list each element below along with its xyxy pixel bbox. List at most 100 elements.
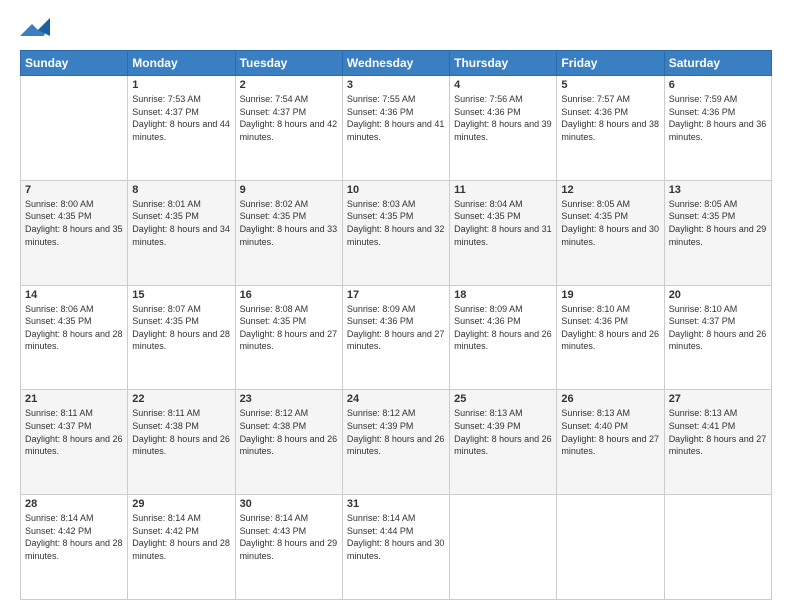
day-detail: Sunrise: 8:10 AMSunset: 4:37 PMDaylight:… (669, 303, 767, 353)
day-number: 9 (240, 184, 338, 196)
day-detail: Sunrise: 8:09 AMSunset: 4:36 PMDaylight:… (454, 303, 552, 353)
day-number: 17 (347, 289, 445, 301)
calendar-cell: 16 Sunrise: 8:08 AMSunset: 4:35 PMDayligh… (235, 285, 342, 390)
day-number: 13 (669, 184, 767, 196)
calendar-table: SundayMondayTuesdayWednesdayThursdayFrid… (20, 50, 772, 600)
day-number: 29 (132, 498, 230, 510)
calendar-cell: 8 Sunrise: 8:01 AMSunset: 4:35 PMDaylight… (128, 180, 235, 285)
day-detail: Sunrise: 7:57 AMSunset: 4:36 PMDaylight:… (561, 93, 659, 143)
day-number: 18 (454, 289, 552, 301)
day-detail: Sunrise: 8:03 AMSunset: 4:35 PMDaylight:… (347, 198, 445, 248)
calendar-cell: 26 Sunrise: 8:13 AMSunset: 4:40 PMDayligh… (557, 390, 664, 495)
calendar-cell (450, 495, 557, 600)
calendar-cell: 29 Sunrise: 8:14 AMSunset: 4:42 PMDayligh… (128, 495, 235, 600)
day-number: 24 (347, 393, 445, 405)
calendar-cell: 24 Sunrise: 8:12 AMSunset: 4:39 PMDayligh… (342, 390, 449, 495)
day-number: 20 (669, 289, 767, 301)
day-number: 6 (669, 79, 767, 91)
calendar-week-row: 28 Sunrise: 8:14 AMSunset: 4:42 PMDayligh… (21, 495, 772, 600)
calendar-cell: 30 Sunrise: 8:14 AMSunset: 4:43 PMDayligh… (235, 495, 342, 600)
calendar-cell: 22 Sunrise: 8:11 AMSunset: 4:38 PMDayligh… (128, 390, 235, 495)
calendar-cell: 15 Sunrise: 8:07 AMSunset: 4:35 PMDayligh… (128, 285, 235, 390)
day-detail: Sunrise: 7:55 AMSunset: 4:36 PMDaylight:… (347, 93, 445, 143)
calendar-cell: 14Sunrise: 8:06 AMSunset: 4:35 PMDayligh… (21, 285, 128, 390)
day-number: 11 (454, 184, 552, 196)
day-detail: Sunrise: 8:02 AMSunset: 4:35 PMDaylight:… (240, 198, 338, 248)
calendar-cell: 10 Sunrise: 8:03 AMSunset: 4:35 PMDayligh… (342, 180, 449, 285)
day-detail: Sunrise: 8:12 AMSunset: 4:39 PMDaylight:… (347, 407, 445, 457)
day-number: 5 (561, 79, 659, 91)
calendar-cell: 11Sunrise: 8:04 AMSunset: 4:35 PMDayligh… (450, 180, 557, 285)
calendar-cell: 19 Sunrise: 8:10 AMSunset: 4:36 PMDayligh… (557, 285, 664, 390)
day-detail: Sunrise: 8:11 AMSunset: 4:38 PMDaylight:… (132, 407, 230, 457)
day-detail: Sunrise: 8:08 AMSunset: 4:35 PMDaylight:… (240, 303, 338, 353)
calendar-cell: 17Sunrise: 8:09 AMSunset: 4:36 PMDayligh… (342, 285, 449, 390)
day-detail: Sunrise: 8:05 AMSunset: 4:35 PMDaylight:… (561, 198, 659, 248)
weekday-header-wednesday: Wednesday (342, 51, 449, 76)
weekday-header-sunday: Sunday (21, 51, 128, 76)
day-detail: Sunrise: 8:13 AMSunset: 4:39 PMDaylight:… (454, 407, 552, 457)
calendar-week-row: 14Sunrise: 8:06 AMSunset: 4:35 PMDayligh… (21, 285, 772, 390)
calendar-cell: 9 Sunrise: 8:02 AMSunset: 4:35 PMDaylight… (235, 180, 342, 285)
weekday-header-friday: Friday (557, 51, 664, 76)
calendar-cell: 4Sunrise: 7:56 AMSunset: 4:36 PMDaylight… (450, 76, 557, 181)
day-number: 15 (132, 289, 230, 301)
day-number: 23 (240, 393, 338, 405)
calendar-cell: 3Sunrise: 7:55 AMSunset: 4:36 PMDaylight… (342, 76, 449, 181)
calendar-cell: 6Sunrise: 7:59 AMSunset: 4:36 PMDaylight… (664, 76, 771, 181)
weekday-header-saturday: Saturday (664, 51, 771, 76)
calendar-cell: 31 Sunrise: 8:14 AMSunset: 4:44 PMDayligh… (342, 495, 449, 600)
day-number: 14 (25, 289, 123, 301)
day-detail: Sunrise: 7:56 AMSunset: 4:36 PMDaylight:… (454, 93, 552, 143)
calendar-cell: 5 Sunrise: 7:57 AMSunset: 4:36 PMDaylight… (557, 76, 664, 181)
day-detail: Sunrise: 8:14 AMSunset: 4:42 PMDaylight:… (132, 512, 230, 562)
weekday-header-tuesday: Tuesday (235, 51, 342, 76)
day-number: 22 (132, 393, 230, 405)
calendar-cell: 18 Sunrise: 8:09 AMSunset: 4:36 PMDayligh… (450, 285, 557, 390)
day-detail: Sunrise: 8:01 AMSunset: 4:35 PMDaylight:… (132, 198, 230, 248)
day-detail: Sunrise: 8:00 AMSunset: 4:35 PMDaylight:… (25, 198, 123, 248)
calendar-week-row: 1Sunrise: 7:53 AMSunset: 4:37 PMDaylight… (21, 76, 772, 181)
day-number: 26 (561, 393, 659, 405)
day-number: 31 (347, 498, 445, 510)
header (20, 18, 772, 42)
day-number: 25 (454, 393, 552, 405)
logo-bird-icon (20, 18, 50, 42)
calendar-cell: 28 Sunrise: 8:14 AMSunset: 4:42 PMDayligh… (21, 495, 128, 600)
calendar-cell (21, 76, 128, 181)
day-detail: Sunrise: 8:14 AMSunset: 4:43 PMDaylight:… (240, 512, 338, 562)
day-detail: Sunrise: 8:12 AMSunset: 4:38 PMDaylight:… (240, 407, 338, 457)
day-number: 2 (240, 79, 338, 91)
day-detail: Sunrise: 8:14 AMSunset: 4:44 PMDaylight:… (347, 512, 445, 562)
day-number: 27 (669, 393, 767, 405)
weekday-header-thursday: Thursday (450, 51, 557, 76)
calendar-cell: 20 Sunrise: 8:10 AMSunset: 4:37 PMDayligh… (664, 285, 771, 390)
day-number: 30 (240, 498, 338, 510)
day-number: 19 (561, 289, 659, 301)
day-number: 12 (561, 184, 659, 196)
calendar-cell: 21Sunrise: 8:11 AMSunset: 4:37 PMDayligh… (21, 390, 128, 495)
day-detail: Sunrise: 8:05 AMSunset: 4:35 PMDaylight:… (669, 198, 767, 248)
logo (20, 18, 54, 42)
day-number: 16 (240, 289, 338, 301)
day-number: 8 (132, 184, 230, 196)
day-number: 28 (25, 498, 123, 510)
day-detail: Sunrise: 8:13 AMSunset: 4:40 PMDaylight:… (561, 407, 659, 457)
day-detail: Sunrise: 8:14 AMSunset: 4:42 PMDaylight:… (25, 512, 123, 562)
day-number: 7 (25, 184, 123, 196)
day-number: 21 (25, 393, 123, 405)
weekday-header-monday: Monday (128, 51, 235, 76)
calendar-cell: 1Sunrise: 7:53 AMSunset: 4:37 PMDaylight… (128, 76, 235, 181)
calendar-cell: 12 Sunrise: 8:05 AMSunset: 4:35 PMDayligh… (557, 180, 664, 285)
calendar-cell (664, 495, 771, 600)
day-number: 10 (347, 184, 445, 196)
calendar-cell: 2Sunrise: 7:54 AMSunset: 4:37 PMDaylight… (235, 76, 342, 181)
day-detail: Sunrise: 7:53 AMSunset: 4:37 PMDaylight:… (132, 93, 230, 143)
day-detail: Sunrise: 8:10 AMSunset: 4:36 PMDaylight:… (561, 303, 659, 353)
calendar-cell: 7 Sunrise: 8:00 AMSunset: 4:35 PMDaylight… (21, 180, 128, 285)
calendar-cell: 27Sunrise: 8:13 AMSunset: 4:41 PMDayligh… (664, 390, 771, 495)
calendar-cell: 13 Sunrise: 8:05 AMSunset: 4:35 PMDayligh… (664, 180, 771, 285)
calendar-week-row: 21Sunrise: 8:11 AMSunset: 4:37 PMDayligh… (21, 390, 772, 495)
calendar-week-row: 7 Sunrise: 8:00 AMSunset: 4:35 PMDaylight… (21, 180, 772, 285)
day-detail: Sunrise: 8:07 AMSunset: 4:35 PMDaylight:… (132, 303, 230, 353)
